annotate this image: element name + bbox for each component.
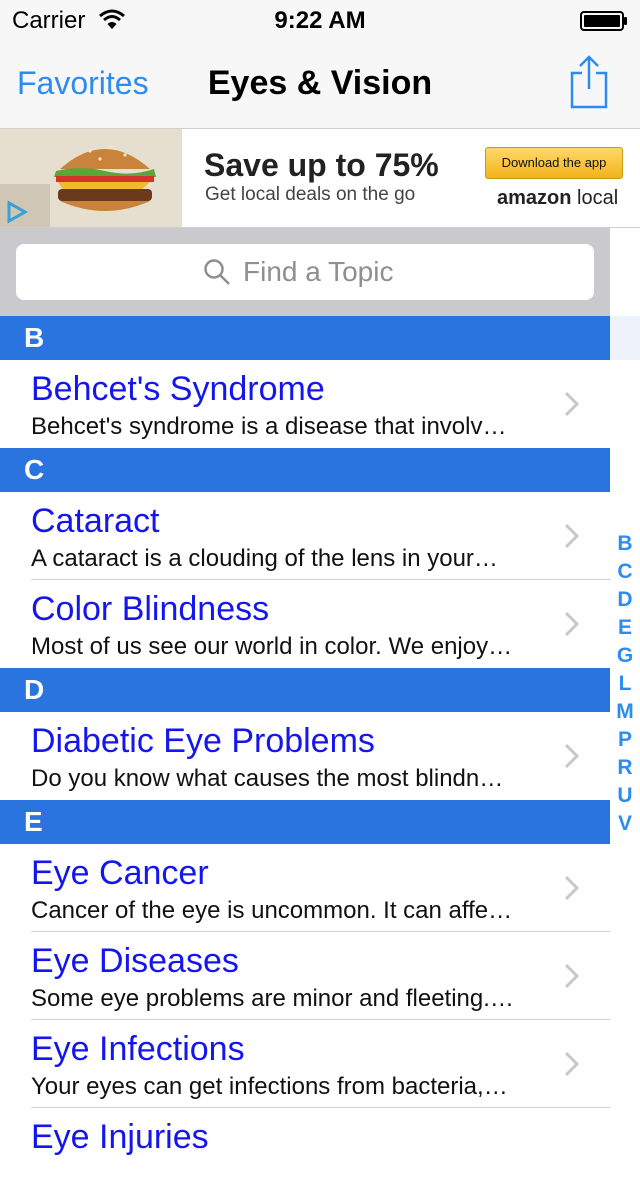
page-title: Eyes & Vision	[207, 64, 433, 102]
chevron-right-icon	[564, 1051, 580, 1077]
index-letter-b[interactable]: B	[610, 532, 640, 556]
share-icon[interactable]	[568, 55, 610, 109]
topic-description: Your eyes can get infections from bacter…	[31, 1073, 508, 1100]
section-header-b: B	[0, 316, 610, 360]
list-item[interactable]: Eye Infections Your eyes can get infecti…	[0, 1020, 610, 1108]
topic-title: Eye Infections	[31, 1030, 245, 1068]
index-letter-r[interactable]: R	[610, 756, 640, 780]
search-bar	[0, 228, 610, 316]
list-item[interactable]: Behcet's Syndrome Behcet's syndrome is a…	[0, 360, 610, 448]
topic-description: Most of us see our world in color. We en…	[31, 633, 513, 660]
ad-brand-light: local	[577, 187, 619, 209]
section-index[interactable]: B C D E G L M P R U V	[610, 316, 640, 1136]
navigation-bar: Favorites Eyes & Vision	[0, 40, 640, 128]
index-strip	[610, 316, 640, 360]
index-letter-d[interactable]: D	[610, 588, 640, 612]
chevron-right-icon	[564, 523, 580, 549]
topic-description: Cancer of the eye is uncommon. It can af…	[31, 897, 513, 924]
ad-brand-logo: amazon local	[497, 187, 618, 210]
search-icon	[204, 259, 230, 285]
index-letter-u[interactable]: U	[610, 784, 640, 808]
topic-description: A cataract is a clouding of the lens in …	[31, 545, 498, 572]
index-letter-m[interactable]: M	[610, 700, 640, 724]
list-item[interactable]: Eye Cancer Cancer of the eye is uncommon…	[0, 844, 610, 932]
ad-subline: Get local deals on the go	[205, 184, 416, 205]
index-letter-l[interactable]: L	[610, 672, 640, 696]
topic-title: Behcet's Syndrome	[31, 370, 325, 408]
list-item[interactable]: Eye Diseases Some eye problems are minor…	[0, 932, 610, 1020]
topic-description: Some eye problems are minor and fleeting…	[31, 985, 514, 1012]
section-header-c: C	[0, 448, 610, 492]
index-letter-v[interactable]: V	[610, 812, 640, 836]
index-letter-e[interactable]: E	[610, 616, 640, 640]
chevron-right-icon	[564, 875, 580, 901]
ad-choices-icon[interactable]	[4, 199, 30, 225]
list-item[interactable]: Cataract A cataract is a clouding of the…	[0, 492, 610, 580]
topic-title: Eye Injuries	[31, 1118, 209, 1156]
topic-title: Eye Cancer	[31, 854, 209, 892]
list-item[interactable]: Diabetic Eye Problems Do you know what c…	[0, 712, 610, 800]
clock: 9:22 AM	[274, 7, 366, 34]
chevron-right-icon	[564, 391, 580, 417]
index-letter-c[interactable]: C	[610, 560, 640, 584]
topic-title: Color Blindness	[31, 590, 270, 628]
section-header-e: E	[0, 800, 610, 844]
list-item[interactable]: Color Blindness Most of us see our world…	[0, 580, 610, 668]
chevron-right-icon	[564, 963, 580, 989]
ad-headline: Save up to 75%	[204, 147, 439, 183]
index-letter-g[interactable]: G	[610, 644, 640, 668]
ad-brand-bold: amazon	[497, 187, 572, 209]
ad-banner[interactable]: Save up to 75% Get local deals on the go…	[0, 128, 640, 228]
search-input[interactable]	[241, 252, 561, 292]
topic-description: Behcet's syndrome is a disease that invo…	[31, 413, 507, 440]
list-item[interactable]: Eye Injuries	[0, 1108, 610, 1196]
index-letter-p[interactable]: P	[610, 728, 640, 752]
download-app-button[interactable]: Download the app	[485, 147, 623, 179]
topic-description: Do you know what causes the most blindn…	[31, 765, 504, 792]
topic-title: Cataract	[31, 502, 160, 540]
search-field[interactable]	[16, 244, 594, 300]
topic-list: B Behcet's Syndrome Behcet's syndrome is…	[0, 316, 610, 1196]
battery-icon	[580, 11, 627, 31]
section-header-d: D	[0, 668, 610, 712]
topic-title: Eye Diseases	[31, 942, 239, 980]
topic-title: Diabetic Eye Problems	[31, 722, 375, 760]
status-bar: Carrier 9:22 AM	[0, 0, 640, 40]
chevron-right-icon	[564, 743, 580, 769]
chevron-right-icon	[564, 611, 580, 637]
